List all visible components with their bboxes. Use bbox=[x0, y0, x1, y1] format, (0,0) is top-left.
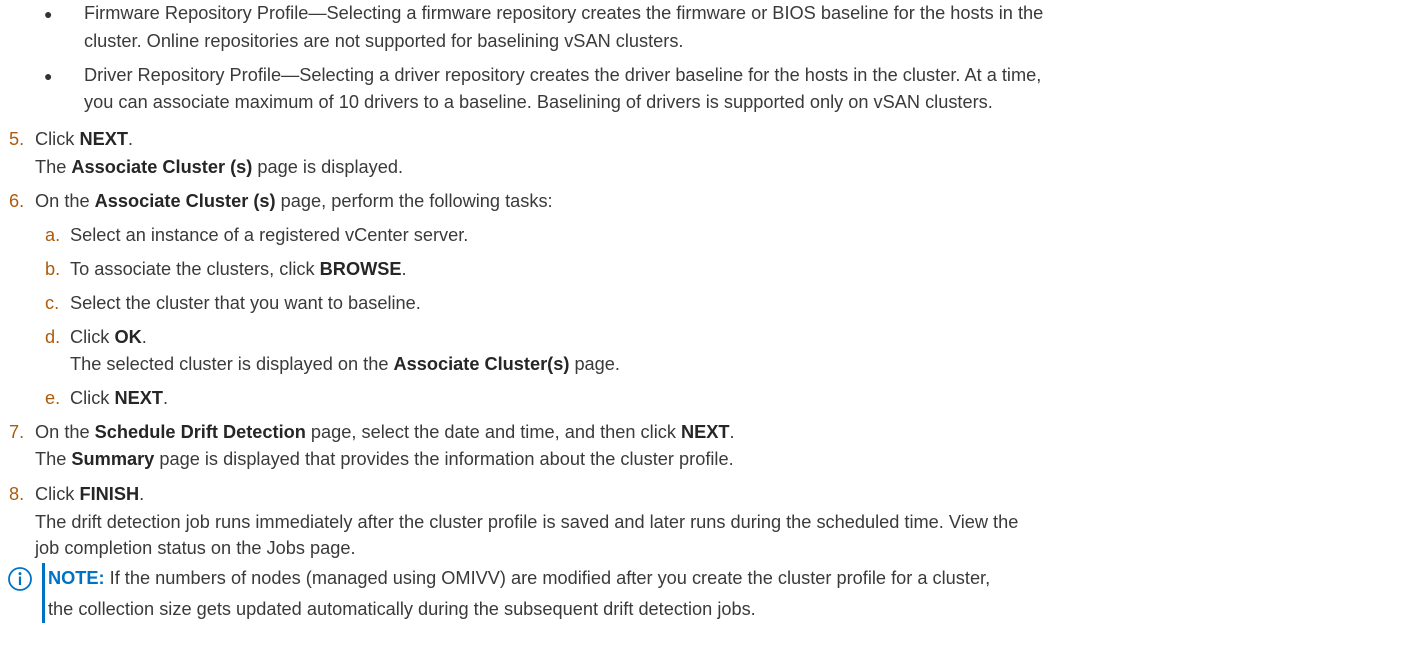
step-text: page is displayed that provides the info… bbox=[154, 449, 734, 469]
step-text: On the bbox=[35, 422, 95, 442]
info-icon bbox=[8, 567, 32, 591]
ui-term: NEXT bbox=[79, 129, 128, 149]
note-line-2: the collection size gets updated automat… bbox=[48, 599, 756, 619]
step-8-result-line-2: job completion status on the Jobs page. bbox=[35, 538, 356, 558]
ui-term: FINISH bbox=[79, 484, 140, 504]
bullet-1-line-1: Firmware Repository Profile—Selecting a … bbox=[84, 3, 1044, 23]
substep-letter: c. bbox=[45, 293, 60, 313]
step-number: 8. bbox=[9, 484, 25, 504]
step-text: To associate the clusters, click bbox=[70, 259, 320, 279]
step-text: . bbox=[729, 422, 735, 442]
bullet-2-line-1: Driver Repository Profile—Selecting a dr… bbox=[84, 65, 1042, 85]
bullet-1-line-2: cluster. Online repositories are not sup… bbox=[84, 31, 684, 51]
substep-letter: e. bbox=[45, 388, 61, 408]
step-5-instruction: Click NEXT. bbox=[35, 126, 133, 152]
note-accent-bar bbox=[42, 563, 45, 623]
ui-term: NEXT bbox=[680, 422, 730, 442]
step-number: 6. bbox=[9, 191, 25, 211]
ui-term: Summary bbox=[71, 449, 155, 469]
substep-e-text: Click NEXT. bbox=[70, 385, 168, 411]
step-text: The selected cluster is displayed on the bbox=[70, 354, 394, 374]
step-text: . bbox=[162, 388, 169, 408]
step-text: page, perform the following tasks: bbox=[275, 191, 553, 211]
ui-term: Associate Cluster (s) bbox=[71, 157, 253, 177]
substep-letter: a. bbox=[45, 225, 61, 245]
bullet-marker: ● bbox=[44, 6, 53, 22]
substep-letter: d. bbox=[45, 327, 61, 347]
step-text: The bbox=[35, 157, 72, 177]
step-number: 7. bbox=[9, 422, 25, 442]
step-text: Click bbox=[70, 327, 115, 347]
substep-c-text: Select the cluster that you want to base… bbox=[70, 293, 421, 313]
ui-term: Associate Cluster (s) bbox=[94, 191, 276, 211]
ui-term: OK bbox=[114, 327, 142, 347]
note-label: NOTE: bbox=[48, 568, 105, 588]
step-text: page is displayed. bbox=[252, 157, 403, 177]
step-text: Click bbox=[70, 388, 115, 408]
substep-b-text: To associate the clusters, click BROWSE. bbox=[70, 256, 407, 282]
step-8-instruction: Click FINISH. bbox=[35, 481, 144, 507]
document-page: ● Firmware Repository Profile—Selecting … bbox=[0, 0, 1405, 650]
substep-a-text: Select an instance of a registered vCent… bbox=[70, 225, 469, 245]
step-text: On the bbox=[35, 191, 95, 211]
ui-term: Schedule Drift Detection bbox=[94, 422, 306, 442]
step-text: The bbox=[35, 449, 72, 469]
step-7-result: The Summary page is displayed that provi… bbox=[35, 446, 734, 472]
step-text: . bbox=[401, 259, 407, 279]
substep-letter: b. bbox=[45, 259, 61, 279]
bullet-marker: ● bbox=[44, 68, 53, 84]
step-6-instruction: On the Associate Cluster (s) page, perfo… bbox=[35, 188, 553, 214]
step-number: 5. bbox=[9, 129, 25, 149]
substep-d-result: The selected cluster is displayed on the… bbox=[70, 351, 620, 377]
step-text: . bbox=[127, 129, 134, 149]
ui-term: Associate Cluster(s) bbox=[393, 354, 570, 374]
step-text: . bbox=[141, 327, 147, 347]
step-8-result-line-1: The drift detection job runs immediately… bbox=[35, 512, 1019, 532]
step-text: page. bbox=[569, 354, 620, 374]
step-5-result: The Associate Cluster (s) page is displa… bbox=[35, 154, 403, 180]
bullet-2-line-2: you can associate maximum of 10 drivers … bbox=[84, 92, 993, 112]
step-text: Click bbox=[35, 129, 80, 149]
substep-d-text: Click OK. bbox=[70, 324, 147, 350]
ui-term: NEXT bbox=[114, 388, 163, 408]
step-text: . bbox=[139, 484, 145, 504]
ui-term: BROWSE bbox=[319, 259, 402, 279]
step-text: page, select the date and time, and then… bbox=[305, 422, 681, 442]
step-7-instruction: On the Schedule Drift Detection page, se… bbox=[35, 419, 735, 445]
note-line-1: NOTE: If the numbers of nodes (managed u… bbox=[48, 565, 990, 591]
note-text: If the numbers of nodes (managed using O… bbox=[104, 568, 991, 588]
step-text: Click bbox=[35, 484, 80, 504]
